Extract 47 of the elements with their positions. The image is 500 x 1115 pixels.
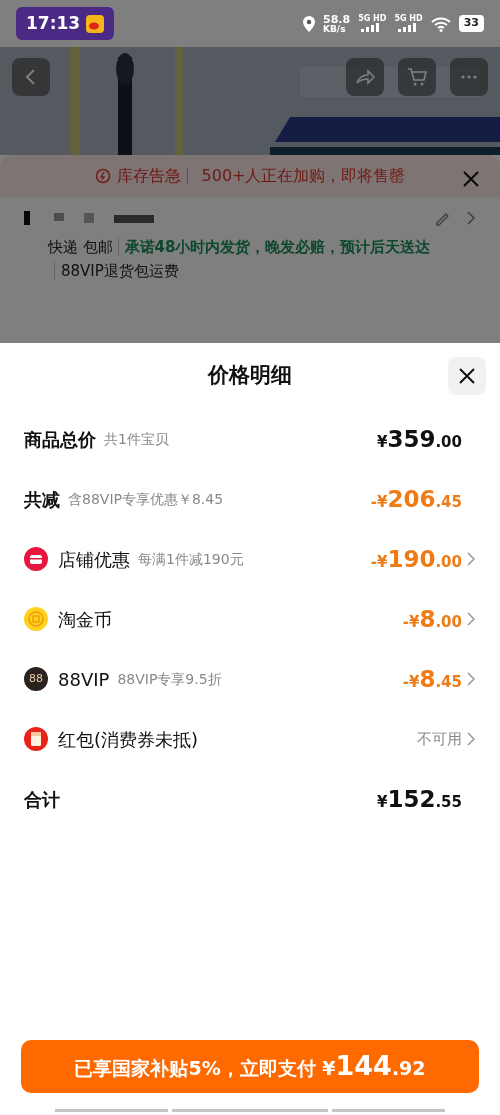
- chevron-icon: [466, 671, 476, 687]
- cart-icon: [406, 66, 428, 88]
- pay-button[interactable]: 已享国家补贴5%，立即支付 ¥144.92: [21, 1040, 479, 1093]
- network-speed: 58.8: [323, 13, 351, 25]
- chevron-icon: [466, 611, 476, 627]
- battery-indicator: 33: [458, 15, 484, 32]
- close-button[interactable]: [448, 357, 486, 395]
- clock-text: 17:13: [26, 11, 81, 35]
- speed-unit: KB/s: [323, 24, 347, 34]
- vip-badge-icon: 88: [24, 667, 48, 691]
- price-label: 88VIP: [58, 667, 110, 692]
- price-amount: -¥206.45: [370, 484, 462, 514]
- price-amount: ¥152.55: [376, 784, 462, 814]
- price-note: 88VIP专享9.5折: [117, 669, 222, 689]
- shipping-info: 快递 包邮 承诺48小时内发货，晚发必赔，预计后天送达 88VIP退货包运费: [48, 237, 432, 282]
- price-note: 每满1件减190元: [138, 549, 244, 569]
- price-label: 淘金币: [58, 607, 112, 632]
- location-icon: [303, 15, 315, 32]
- app-notification-icon: [86, 14, 105, 33]
- price-label: 店铺优惠: [58, 547, 130, 572]
- wifi-icon: [430, 15, 451, 32]
- network-type: 5G HD: [358, 15, 387, 23]
- coin-icon: [24, 607, 48, 631]
- price-label: 商品总价: [24, 427, 96, 452]
- chevron-icon: [466, 210, 476, 226]
- share-icon: [354, 66, 376, 88]
- chevron-icon: [466, 731, 476, 747]
- gift-packet-icon: [24, 727, 48, 751]
- price-amount: ¥359.00: [376, 424, 462, 454]
- store-icon: [24, 547, 48, 571]
- price-amount: -¥8.00: [402, 604, 462, 634]
- price-label: 红包(消费券未抵): [58, 727, 199, 752]
- sheet-title: 价格明细: [208, 362, 292, 390]
- price-amount: -¥190.00: [370, 544, 462, 574]
- price-note: 共1件宝贝: [104, 429, 169, 449]
- network-type: 5G HD: [394, 15, 423, 23]
- alert-text: 500+人正在加购，即将售罄: [201, 165, 406, 187]
- status-text: 不可用: [417, 728, 462, 750]
- price-label: 共减: [24, 487, 60, 512]
- alert-label: 库存告急: [116, 165, 181, 187]
- chevron-icon: [466, 551, 476, 567]
- price-amount: -¥8.45: [402, 664, 462, 694]
- more-icon: [461, 75, 477, 79]
- price-label: 合计: [24, 787, 60, 812]
- alarm-icon: [94, 168, 111, 184]
- close-icon: [458, 367, 476, 385]
- price-note: 含88VIP专享优惠￥8.45: [68, 489, 224, 509]
